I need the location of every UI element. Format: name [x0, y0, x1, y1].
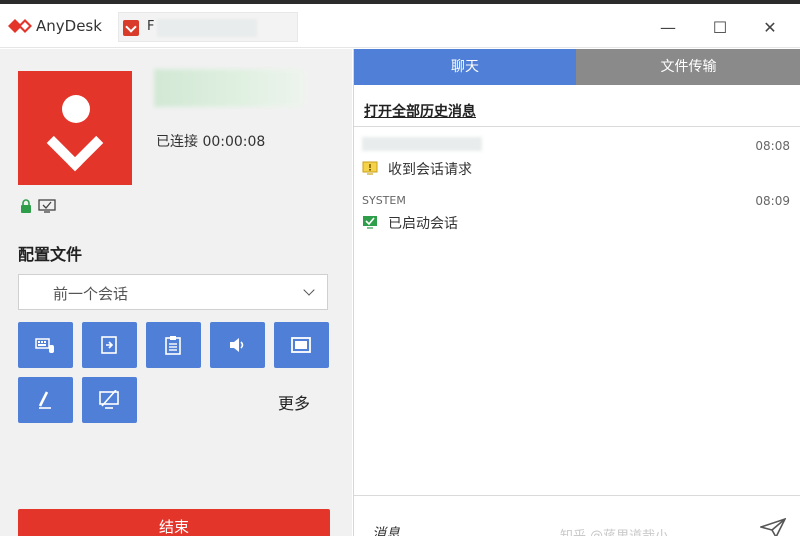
message-input[interactable]: 消息 — [372, 523, 400, 536]
connection-status: 已连接 00:00:08 — [156, 134, 266, 150]
draw-icon — [38, 391, 51, 409]
chevron-down-icon — [303, 284, 315, 296]
tab-file-transfer[interactable]: 文件传输 — [576, 49, 800, 85]
screen-button[interactable] — [274, 322, 329, 368]
message-text: 收到会话请求 — [388, 162, 472, 178]
clipboard-icon — [165, 336, 181, 355]
send-icon[interactable] — [760, 517, 786, 536]
session-tab-title: F — [147, 19, 155, 34]
session-panel: 已连接 00:00:08 配置文件 前一个会话 更多 结束 — [0, 49, 352, 536]
session-tab-icon — [123, 20, 139, 36]
switch-sides-icon — [101, 336, 117, 354]
minimize-button[interactable]: — — [648, 14, 688, 42]
history-link[interactable]: 打开全部历史消息 — [364, 101, 476, 121]
keyboard-mouse-button[interactable] — [18, 322, 73, 368]
tab-chat[interactable]: 聊天 — [354, 49, 576, 85]
message-time: 08:09 — [755, 194, 790, 208]
title-bar: AnyDesk F — ☐ ✕ — [0, 4, 800, 48]
message-text: 已启动会话 — [388, 216, 458, 232]
session-tab[interactable]: F — [118, 12, 298, 42]
end-session-button[interactable]: 结束 — [18, 509, 330, 536]
block-input-button[interactable] — [82, 377, 137, 423]
switch-sides-button[interactable] — [82, 322, 137, 368]
profile-select[interactable]: 前一个会话 — [18, 274, 328, 310]
clipboard-button[interactable] — [146, 322, 201, 368]
watermark: 知乎 @蒋里道哉小 — [560, 525, 668, 536]
close-button[interactable]: ✕ — [750, 14, 790, 42]
redacted-sender — [362, 137, 482, 151]
session-started-icon — [363, 216, 377, 229]
message-sender: SYSTEM — [362, 194, 406, 207]
redacted-id — [157, 19, 257, 37]
audio-icon — [230, 338, 244, 352]
app-name: AnyDesk — [36, 17, 102, 35]
lock-icon — [21, 199, 31, 213]
block-input-icon — [99, 390, 119, 409]
anydesk-logo-icon — [8, 19, 32, 33]
monitor-icon — [38, 199, 56, 213]
audio-button[interactable] — [210, 322, 265, 368]
session-request-icon — [362, 161, 378, 175]
message-time: 08:08 — [755, 139, 790, 153]
screen-icon — [291, 337, 311, 353]
draw-button[interactable] — [18, 377, 73, 423]
more-button[interactable]: 更多 — [278, 390, 310, 414]
chat-panel: 聊天 文件传输 打开全部历史消息 08:08 收到会话请求 SYSTEM 08:… — [353, 49, 800, 536]
input-divider — [354, 495, 800, 496]
keyboard-mouse-icon — [35, 338, 54, 353]
maximize-button[interactable]: ☐ — [700, 14, 740, 42]
avatar-chevron-icon — [46, 114, 104, 172]
profile-select-value: 前一个会话 — [53, 285, 129, 303]
divider — [354, 126, 800, 127]
avatar — [18, 71, 132, 185]
profile-title: 配置文件 — [18, 245, 83, 264]
redacted-name — [154, 69, 304, 107]
